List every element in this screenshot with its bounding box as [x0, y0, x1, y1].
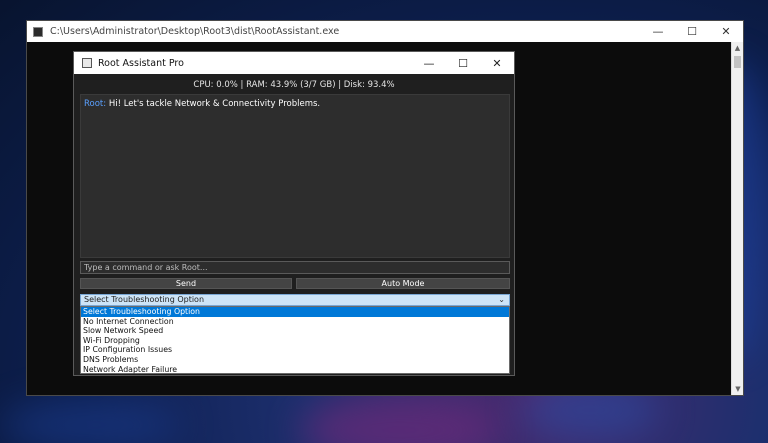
app-maximize-button[interactable]: ☐ — [446, 52, 480, 74]
chat-message: Hi! Let's tackle Network & Connectivity … — [106, 99, 321, 109]
scroll-up-icon[interactable]: ▲ — [732, 42, 743, 54]
console-minimize-button[interactable]: — — [641, 21, 675, 42]
command-input[interactable]: Type a command or ask Root... — [80, 261, 510, 274]
chat-sender: Root: — [84, 99, 107, 109]
wallpaper-glow — [0, 400, 180, 443]
app-close-button[interactable]: ✕ — [480, 52, 514, 74]
console-maximize-button[interactable]: ☐ — [675, 21, 709, 42]
chevron-down-icon[interactable]: ⌄ — [498, 295, 505, 305]
system-stats: CPU: 0.0% | RAM: 43.9% (3/7 GB) | Disk: … — [193, 80, 395, 90]
dropdown-option[interactable]: Select Troubleshooting Option — [81, 307, 509, 317]
console-title: C:\Users\Administrator\Desktop\Root3\dis… — [50, 26, 340, 37]
dropdown-option[interactable]: Network Adapter Failure — [81, 365, 509, 375]
console-scrollbar[interactable]: ▲ ▼ — [731, 42, 743, 395]
select-value: Select Troubleshooting Option — [84, 295, 205, 304]
wallpaper-glow — [300, 395, 500, 443]
app-titlebar: Root Assistant Pro — ☐ ✕ — [74, 52, 514, 74]
scroll-thumb[interactable] — [734, 56, 741, 68]
dropdown-option[interactable]: IP Configuration Issues — [81, 345, 509, 355]
dropdown-option[interactable]: No Internet Connection — [81, 317, 509, 327]
send-button[interactable]: Send — [80, 278, 292, 289]
app-minimize-button[interactable]: — — [412, 52, 446, 74]
console-titlebar: C:\Users\Administrator\Desktop\Root3\dis… — [27, 21, 743, 42]
troubleshooting-select[interactable]: Select Troubleshooting Option ⌄ — [80, 294, 510, 306]
root-assistant-window: Root Assistant Pro — ☐ ✕ CPU: 0.0% | RAM… — [73, 51, 515, 376]
app-title: Root Assistant Pro — [98, 57, 184, 69]
console-close-button[interactable]: ✕ — [709, 21, 743, 42]
troubleshooting-dropdown-list: Select Troubleshooting Option No Interne… — [80, 306, 510, 374]
app-icon — [82, 58, 92, 68]
console-app-icon — [33, 26, 43, 37]
dropdown-option[interactable]: DNS Problems — [81, 355, 509, 365]
dropdown-option[interactable]: Slow Network Speed — [81, 326, 509, 336]
chat-log[interactable]: Root: Hi! Let's tackle Network & Connect… — [80, 94, 510, 258]
dropdown-option[interactable]: Wi-Fi Dropping — [81, 336, 509, 346]
auto-mode-button[interactable]: Auto Mode — [296, 278, 510, 289]
scroll-down-icon[interactable]: ▼ — [732, 383, 744, 395]
